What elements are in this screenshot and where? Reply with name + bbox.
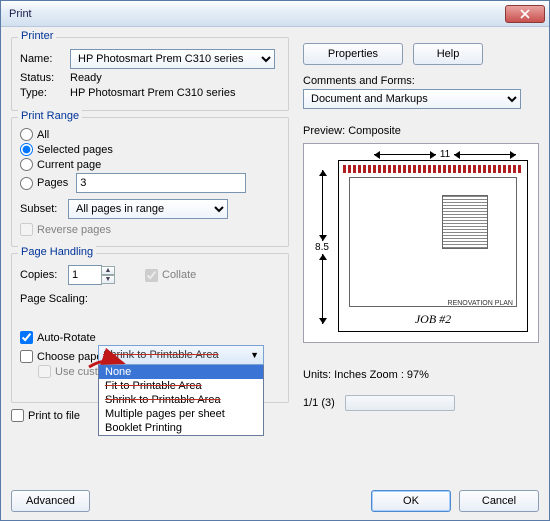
dim-height: 8.5: [312, 170, 332, 324]
subset-label: Subset:: [20, 203, 68, 215]
copies-spinner[interactable]: ▲▼: [68, 265, 115, 285]
radio-selected[interactable]: Selected pages: [20, 143, 280, 156]
status-label: Status:: [20, 72, 70, 84]
radio-current[interactable]: Current page: [20, 158, 280, 171]
cancel-button[interactable]: Cancel: [459, 490, 539, 512]
page-slider[interactable]: [345, 395, 455, 411]
page-indicator: 1/1 (3): [303, 397, 335, 409]
reverse-check: Reverse pages: [20, 223, 280, 236]
preview-label: Preview: Composite: [303, 125, 539, 137]
printer-legend: Printer: [18, 30, 56, 42]
comments-label: Comments and Forms:: [303, 75, 539, 87]
scaling-option-shrink[interactable]: Shrink to Printable Area: [99, 393, 263, 407]
handling-legend: Page Handling: [18, 246, 96, 258]
auto-rotate-check[interactable]: Auto-Rotate: [20, 331, 280, 344]
dim-width: 11: [374, 148, 516, 160]
preview-plan: RENOVATION PLAN JOB #2: [338, 160, 528, 332]
radio-pages[interactable]: Pages: [20, 173, 280, 193]
scaling-option-fit[interactable]: Fit to Printable Area: [99, 379, 263, 393]
units-label: Units: Inches Zoom : 97%: [303, 369, 539, 381]
ok-button[interactable]: OK: [371, 490, 451, 512]
close-icon: [520, 9, 530, 19]
printer-name-select[interactable]: HP Photosmart Prem C310 series: [70, 49, 275, 69]
range-legend: Print Range: [18, 110, 82, 122]
scaling-option-booklet[interactable]: Booklet Printing: [99, 421, 263, 435]
scaling-label: Page Scaling:: [20, 293, 95, 305]
comments-select[interactable]: Document and Markups: [303, 89, 521, 109]
properties-button[interactable]: Properties: [303, 43, 403, 65]
copies-label: Copies:: [20, 269, 68, 281]
type-label: Type:: [20, 87, 70, 99]
help-button[interactable]: Help: [413, 43, 483, 65]
status-value: Ready: [70, 72, 102, 84]
preview-box: 11 8.5 RENOVATION PLAN JOB #2: [303, 143, 539, 343]
collate-check: Collate: [145, 269, 196, 282]
chevron-down-icon: ▼: [250, 350, 259, 360]
printer-group: Printer Name: HP Photosmart Prem C310 se…: [11, 37, 289, 111]
spin-down-icon[interactable]: ▼: [101, 275, 115, 284]
scaling-option-none[interactable]: None: [99, 365, 263, 379]
spin-up-icon[interactable]: ▲: [101, 266, 115, 275]
scaling-option-multi[interactable]: Multiple pages per sheet: [99, 407, 263, 421]
radio-all[interactable]: All: [20, 128, 280, 141]
print-range-group: Print Range All Selected pages Current p…: [11, 117, 289, 247]
pages-input[interactable]: [76, 173, 246, 193]
subset-select[interactable]: All pages in range: [68, 199, 228, 219]
window-title: Print: [9, 8, 505, 20]
close-button[interactable]: [505, 5, 545, 23]
page-scaling-select[interactable]: Shrink to Printable Area ▼ None Fit to P…: [98, 345, 264, 436]
titlebar: Print: [1, 1, 549, 27]
type-value: HP Photosmart Prem C310 series: [70, 87, 235, 99]
advanced-button[interactable]: Advanced: [11, 490, 90, 512]
name-label: Name:: [20, 53, 70, 65]
